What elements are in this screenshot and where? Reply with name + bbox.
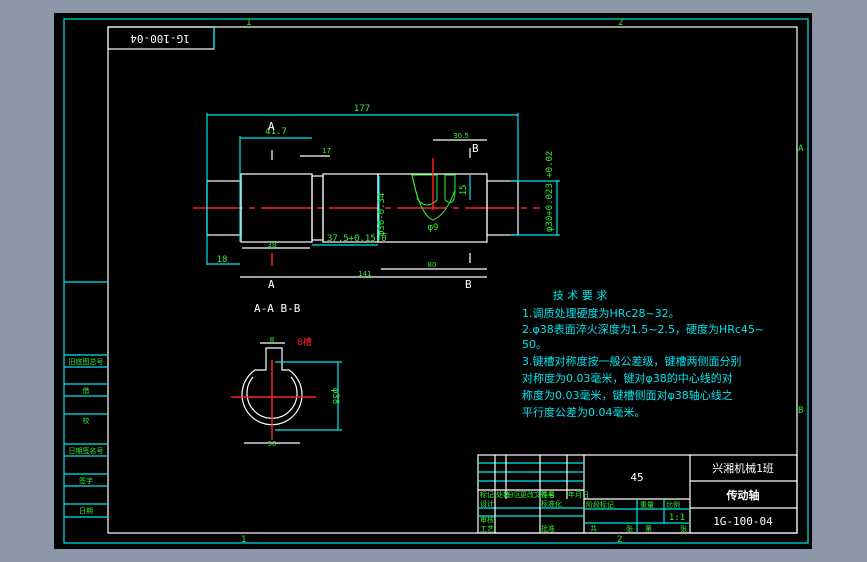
dim-phi9: φ9: [428, 223, 439, 233]
tech-line: 2.φ38表面淬火深度为1.5~2.5，硬度为HRc45~: [522, 322, 764, 336]
tech-line: 3.键槽对称度按一般公差级，键槽两侧面分别: [522, 354, 742, 368]
cad-drawing-canvas[interactable]: 1 2 1 2 A B 1G-100-04 旧底图总号 借 校 日期签名号 签字…: [0, 0, 867, 562]
tb-label: 标记: [480, 490, 494, 499]
dim-80: 80: [428, 261, 437, 269]
tb-label: 设计: [480, 499, 494, 508]
tb-part-name: 传动轴: [726, 488, 760, 502]
tb-label: 批准: [541, 524, 555, 533]
tb-drawing-no: 1G-100-04: [713, 515, 773, 528]
zone-bottom-2: 2: [617, 535, 622, 545]
left-table-cell: 签字: [79, 476, 93, 485]
dim-phi38: φ38: [330, 388, 340, 404]
zone-bottom-1: 1: [241, 535, 246, 545]
stamp-text: 1G-100-04: [130, 32, 190, 45]
tb-label: 签名: [541, 490, 555, 499]
drawing-area: [54, 13, 812, 549]
dim-141: 141: [358, 270, 371, 278]
tech-line: 平行度公差为0.04毫米。: [522, 405, 646, 419]
tb-label: 年月日: [568, 490, 589, 499]
tb-label: 工艺: [480, 525, 494, 533]
tb-label: 标准化: [541, 499, 562, 508]
section-title: A-A B-B: [254, 302, 301, 315]
section-b-bottom: B: [465, 278, 472, 291]
tb-label: 阶段标记: [586, 500, 614, 509]
tech-line: 50。: [522, 338, 547, 351]
dim-17: 17: [322, 147, 331, 155]
left-table-cell: 借: [83, 386, 90, 395]
dim-phi36: φ36-0.34: [377, 193, 387, 236]
tb-material: 45: [630, 471, 643, 484]
tb-label: 分区: [507, 490, 521, 499]
zone-right-a: A: [798, 144, 804, 154]
tb-scale: 1:1: [669, 513, 685, 523]
zone-right-b: B: [798, 406, 803, 416]
zone-top-1: 1: [246, 18, 251, 28]
tb-label: 共: [590, 524, 597, 533]
tb-label: 审核: [480, 515, 494, 524]
tb-label: 第: [645, 524, 652, 533]
left-table-cell: 日期签名号: [69, 446, 104, 455]
dim-phi30: φ30+0.023 +0.02: [545, 151, 555, 232]
zone-top-2: 2: [618, 18, 623, 28]
tb-label: 张: [626, 524, 633, 533]
section-b-top: B: [472, 142, 479, 155]
dim-177: 177: [354, 104, 370, 114]
left-table-cell: 旧底图总号: [69, 357, 104, 366]
left-table-cell: 校: [83, 416, 90, 425]
left-table-cell: 日期: [79, 507, 93, 515]
tb-school: 兴湘机械1班: [712, 461, 774, 475]
tech-line: 1.调质处理硬度为HRc28~32。: [522, 306, 680, 320]
dim-30-5: 30.5: [453, 132, 469, 140]
tech-title: 技 术 要 求: [553, 289, 608, 302]
section-a-bottom: A: [268, 278, 275, 291]
dim-15: 15: [459, 185, 469, 196]
tb-label: 张: [680, 524, 687, 533]
dim-18: 18: [217, 255, 228, 265]
tb-label: 比例: [666, 500, 680, 509]
dim-30: 30: [268, 440, 277, 448]
dim-8: 8: [270, 336, 274, 344]
section-note: 8槽: [297, 336, 312, 348]
dim-38: 38: [268, 241, 277, 249]
tech-line: 对称度为0.03毫米，键对φ38的中心线的对: [522, 371, 733, 385]
tech-line: 称度为0.03毫米，键槽侧面对φ38轴心线之: [522, 388, 733, 402]
tb-label: 重量: [640, 501, 654, 509]
section-a-top: A: [268, 120, 275, 133]
